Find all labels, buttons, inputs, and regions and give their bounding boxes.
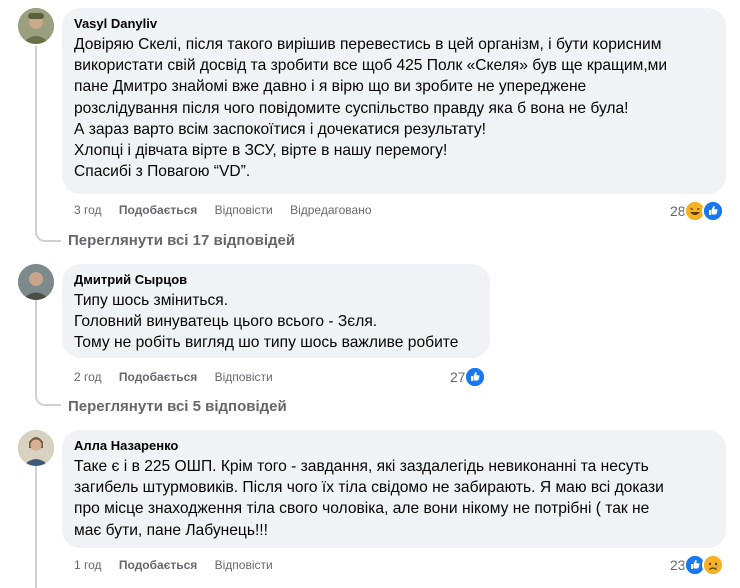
sad-icon	[701, 554, 724, 576]
comment-actions: 2 год Подобається Відповісти	[74, 370, 287, 384]
comment-line: Головний винуватець цього всього - Зєля.	[74, 313, 378, 331]
reply-button[interactable]: Відповісти	[215, 370, 273, 384]
like-icon	[701, 200, 724, 222]
view-replies-link[interactable]: Переглянути всі 17 відповідей	[68, 232, 295, 249]
comment-line: загибель штурмовиків. Після чого їх тіла…	[74, 479, 664, 497]
thread-line-3	[35, 466, 37, 588]
view-replies-link[interactable]: Переглянути всі 5 відповідей	[68, 398, 287, 415]
comment-actions: 3 год Подобається Відповісти Відредагова…	[74, 203, 386, 217]
reply-button[interactable]: Відповісти	[215, 558, 273, 572]
like-button[interactable]: Подобається	[119, 558, 197, 572]
comment-text: Таке є і в 225 ОШП. Крім того - завдання…	[74, 456, 714, 541]
avatar[interactable]	[18, 430, 54, 466]
comment-author[interactable]: Дмитрий Сырцов	[74, 272, 478, 288]
comment-text: Довіряю Скелі, після такого вирішив пере…	[74, 34, 714, 182]
comment-author[interactable]: Алла Назаренко	[74, 438, 714, 454]
like-button[interactable]: Подобається	[119, 203, 197, 217]
comment-line: Хлопці і дівчата вірте в ЗСУ, вірте в на…	[74, 142, 448, 160]
comment-line: Тому не робіть вигляд шо типу шось важли…	[74, 334, 459, 352]
avatar[interactable]	[18, 8, 54, 44]
comment-bubble: Vasyl Danyliv Довіряю Скелі, після таког…	[62, 8, 726, 194]
like-button[interactable]: Подобається	[119, 370, 197, 384]
timestamp[interactable]: 2 год	[74, 370, 102, 384]
timestamp[interactable]: 3 год	[74, 203, 102, 217]
reaction-summary[interactable]: 27	[450, 366, 486, 388]
comment-bubble: Алла Назаренко Таке є і в 225 ОШП. Крім …	[62, 430, 726, 548]
reaction-summary[interactable]: 28	[670, 200, 724, 222]
comment-line: пане Дмитро знайомі вже давно і я вірю щ…	[74, 78, 587, 96]
thread-line-2	[35, 300, 37, 398]
like-icon	[463, 366, 486, 388]
thread-line-1	[35, 46, 37, 234]
comment-line: Таке є і в 225 ОШП. Крім того - завдання…	[74, 458, 649, 475]
comment-author[interactable]: Vasyl Danyliv	[74, 16, 714, 32]
comment-line: використати свій досвід та зробити все щ…	[74, 57, 668, 75]
comment-line: розслідування після чого повідомите сусп…	[74, 99, 629, 117]
thread-line-1-curve	[35, 232, 61, 242]
timestamp[interactable]: 1 год	[74, 558, 102, 572]
comment-line: Спасибі з Повагою “VD”.	[74, 163, 251, 181]
reply-button[interactable]: Відповісти	[215, 203, 273, 217]
comment-bubble: Дмитрий Сырцов Типу шось зміниться. Голо…	[62, 264, 490, 358]
avatar[interactable]	[18, 264, 54, 300]
comment-actions: 1 год Подобається Відповісти	[74, 558, 287, 572]
comment-line: Довіряю Скелі, після такого вирішив пере…	[74, 36, 662, 53]
comment-line: А зараз варто всім заспокоїтися і дочека…	[74, 120, 486, 138]
comment-text: Типу шось зміниться. Головний винуватець…	[74, 290, 478, 354]
reaction-summary[interactable]: 23	[670, 554, 724, 576]
comment-line: про місце знаходження тіла свого чоловік…	[74, 500, 650, 518]
edited-label: Відредаговано	[290, 203, 372, 217]
thread-line-2-curve	[35, 396, 61, 406]
comment-line: має бути, пане Лабунець!!!	[74, 521, 268, 539]
comment-line: Типу шось зміниться.	[74, 292, 229, 309]
